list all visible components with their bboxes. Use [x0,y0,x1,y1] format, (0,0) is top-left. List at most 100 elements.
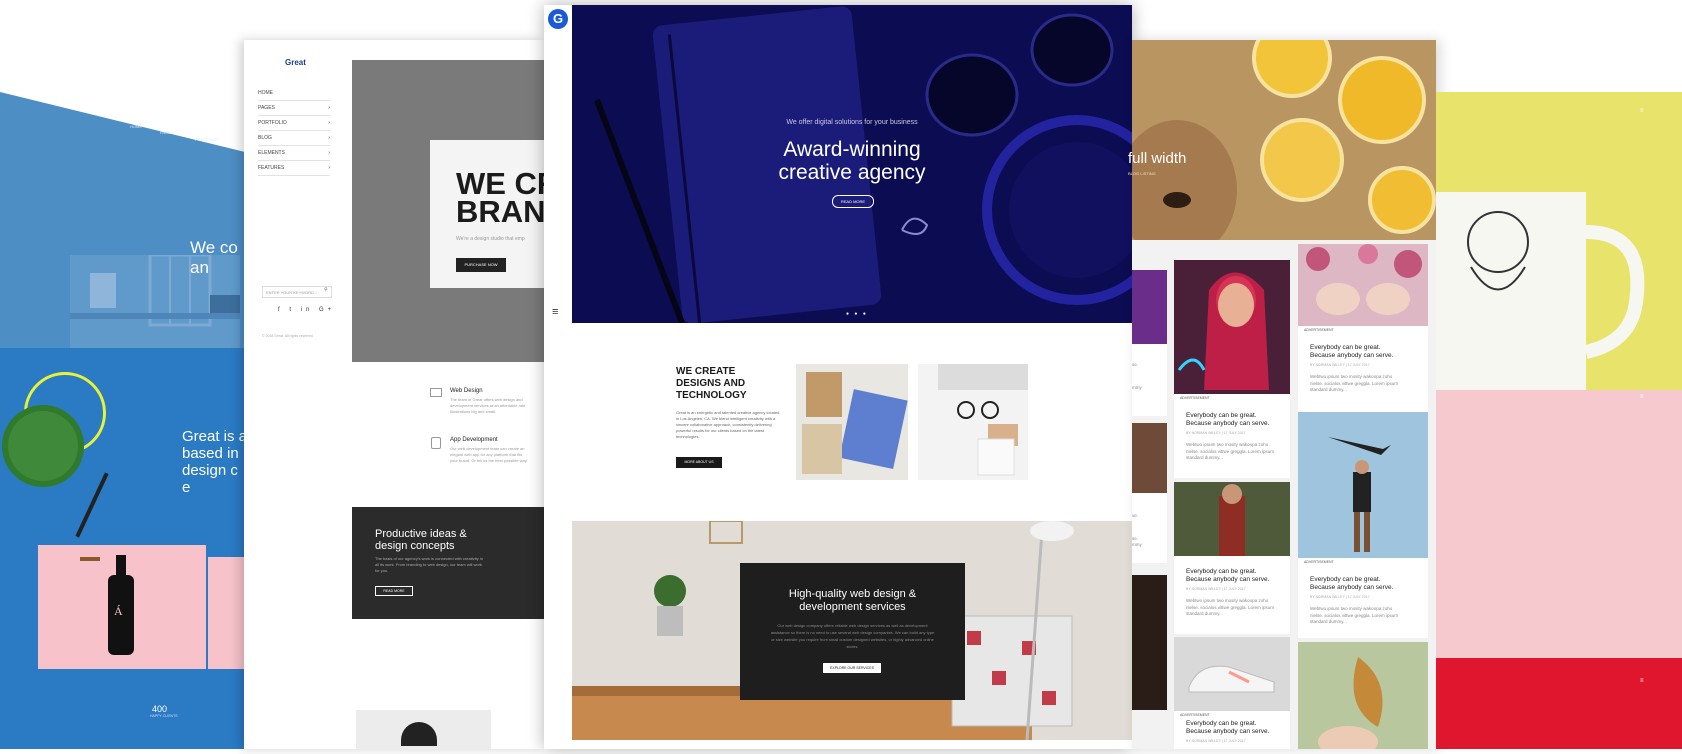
services-title: High-quality web design & development se… [788,588,917,613]
search-icon[interactable]: ⚲ [324,287,328,293]
hamburger-menu-icon[interactable]: ≡ [552,306,558,318]
post-card[interactable]: ADVERTISEMENT Everybody can be great. Be… [1298,558,1428,638]
menu-label: BLOG [258,135,272,141]
menu-item-portfolio[interactable]: PORTFOLIO › [258,116,330,131]
stat-value: 400 [152,704,168,714]
stat-label: HAPPY CLIENTS [150,714,178,718]
about-text: Great is an energetic and talented creat… [676,410,780,439]
post-meta: BY NORMAN WILLEY | 17 JULY 2017 [1310,595,1370,599]
blog-hero-image [1132,40,1436,240]
slider-dots[interactable]: ● ● ● [846,311,868,317]
social-icons[interactable]: f t in G+ [278,307,335,313]
menu-item-blog[interactable]: BLOG › [258,131,330,146]
menu-item-pages[interactable]: PAGES › [258,101,330,116]
search-input[interactable]: ENTER YOUR KEYWORD... [262,286,332,298]
menu-label: FEATURES [258,165,285,171]
post-category: ADVERTISEMENT [1304,328,1334,332]
chevron-right-icon: › [328,165,330,171]
post-title[interactable]: Everybody can be great. Because anybody … [1310,576,1406,592]
purchase-button[interactable]: PURCHASE NOW [456,258,506,272]
post-title[interactable]: Everybody can be great. Because anybody … [1310,344,1406,360]
chevron-right-icon: › [328,105,330,111]
hero-text: We're a design studio that emp [456,236,525,242]
neon-portrait-illustration [1177,272,1269,390]
menu-icon[interactable]: ≡ [1640,108,1644,114]
left-hero-heading: We co an [190,238,238,277]
airplane-man-illustration [1328,437,1391,552]
great-logo[interactable]: Great [285,58,306,67]
post-thumbnail-neon-girl [1174,260,1290,394]
promo-title: Productive ideas & design concepts [375,528,467,552]
post-card-partial: se. mmy [1132,344,1167,416]
main-sidebar [544,5,572,325]
post-snippet: mmy [1132,542,1142,547]
hands-flowers-illustration [1306,244,1422,315]
hero-heading: WE CR BRAN [456,170,544,229]
hero-read-more-button[interactable]: READ MORE [832,195,874,208]
product-thumbnail [356,710,491,749]
plant-image [2,405,84,487]
post-card[interactable]: ADVERTISEMENT Everybody can be great. Be… [1298,326,1428,412]
menu-item-home[interactable]: HOME [258,86,330,101]
post-thumbnail-forest [1174,482,1290,556]
workspace-image [918,364,1028,480]
more-about-us-button[interactable]: MORE ABOUT US [676,457,722,468]
service-text: The team of Great offers web design and … [450,397,527,414]
blog-hero-title: full width [1128,150,1187,167]
hero-title: Award-winning creative agency [778,138,926,184]
post-meta: BY NORMAN WILLEY | 17 JULY 2017 [1186,739,1246,743]
left-nav-home[interactable]: HOME [130,124,142,129]
post-title[interactable]: Everybody can be great. Because anybody … [1186,568,1282,584]
sneaker-illustration [1188,665,1275,693]
services-text: Our web design company offers reliable w… [770,623,935,649]
service-text: Our web development team can create an e… [450,446,528,463]
post-thumbnail-flowers [1298,244,1428,326]
svg-text:Á: Á [114,604,123,618]
blog-hero-subtitle: BLOG LISTING [1128,171,1156,176]
mug-illustration [1436,192,1645,392]
service-title: Web Design [450,388,483,394]
post-thumbnail-airplane [1298,412,1428,558]
far-right-pink-section [1436,390,1682,658]
chevron-right-icon: › [328,120,330,126]
post-title[interactable]: Everybody can be great. Because anybody … [1186,412,1282,428]
menu-item-elements[interactable]: ELEMENTS › [258,146,330,161]
monitor-icon [430,388,442,397]
stationery-illustration [796,364,908,480]
g-logo-icon[interactable]: G [548,9,568,29]
post-thumbnail-partial [1132,575,1167,710]
post-category: ADVERTISEMENT [1180,713,1210,717]
left-nav-pages[interactable]: PAGES [160,130,174,135]
post-title[interactable]: Everybody can be great. Because anybody … [1186,720,1282,736]
post-excerpt: Webtwo ipsum two mosity wakoopa zoho nie… [1310,606,1399,624]
wine-bottle-illustration: Á [80,555,134,655]
cap-image [401,722,437,746]
left-nav-portfolio[interactable]: PORTFOLIO [195,137,218,142]
wine-product-card: Á [38,545,206,669]
post-card[interactable]: ADVERTISEMENT Everybody can be great. Be… [1174,394,1290,478]
post-snippet: se. [1132,362,1139,367]
post-meta: BY NORMAN WILLEY | 17 JULY 2017 [1310,363,1370,367]
stationery-image [796,364,908,480]
citrus-face-illustration [1132,40,1436,240]
chevron-right-icon: › [328,150,330,156]
service-title: App Development [450,437,498,443]
menu-label: ELEMENTS [258,150,285,156]
menu-label: PORTFOLIO [258,120,287,126]
post-card[interactable]: Everybody can be great. Because anybody … [1174,556,1290,634]
menu-icon[interactable]: ≡ [1640,678,1644,684]
post-thumbnail-leaf [1298,642,1428,754]
menu-item-features[interactable]: FEATURES › [258,161,330,176]
menu-icon[interactable]: ≡ [1640,394,1644,400]
read-more-button[interactable]: READ MORE [375,586,413,596]
explore-services-button[interactable]: EXPLORE OUR SERVICES [823,663,881,673]
product-card-partial [208,557,246,669]
post-snippet: mmy [1132,384,1142,390]
post-thumbnail-partial [1132,270,1167,344]
post-meta: BY NORMAN WILLEY | 17 JULY 2017 [1186,431,1246,435]
post-card[interactable]: ADVERTISEMENT Everybody can be great. Be… [1174,711,1290,749]
chevron-right-icon: › [328,135,330,141]
post-snippet: ve. [1132,513,1139,518]
post-excerpt: Webtwo ipsum two mosity wakoopa zoho nie… [1186,598,1275,616]
copyright-text: © 2018 Great. All rights reserved. [262,334,314,338]
